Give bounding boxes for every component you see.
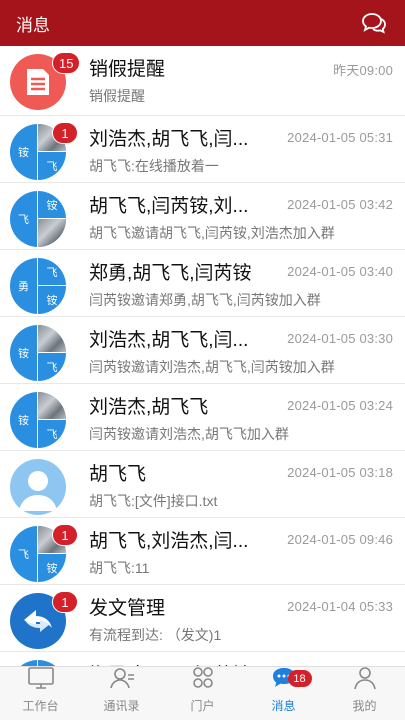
avatar: 15 <box>8 52 81 112</box>
tab-contacts[interactable]: 通讯录 <box>81 667 162 720</box>
avatar: 勇飞铵 <box>8 658 68 666</box>
message-preview: 有流程到达: （发文)1 <box>89 627 222 643</box>
avatar: 铵飞 <box>8 390 68 450</box>
tab-portal-grid[interactable]: 门户 <box>162 667 243 720</box>
group-member-initial: 飞 <box>10 526 38 582</box>
group-avatar-icon: 飞铵 <box>10 191 66 247</box>
message-time: 2024-01-04 05:33 <box>287 599 393 614</box>
conversation-name: 刘浩杰,胡飞飞 <box>89 397 209 418</box>
message-row[interactable]: 勇飞铵郑勇,胡飞飞,闫芮铵 <box>0 652 405 666</box>
group-avatar-icon: 勇飞铵 <box>10 258 66 314</box>
group-member-initial: 飞 <box>46 362 58 374</box>
message-row[interactable]: 铵飞 1 刘浩杰,胡飞飞,闫... 2024-01-05 05:31 胡飞飞:在线播放着… <box>0 116 405 183</box>
unread-badge: 1 <box>52 591 78 613</box>
contacts-icon <box>108 666 136 695</box>
avatar: 1 <box>8 591 78 651</box>
message-row[interactable]: 铵飞 刘浩杰,胡飞飞 2024-01-05 03:24 闫芮铵邀请刘浩杰,胡飞飞加入群 <box>0 384 405 451</box>
conversation-name: 发文管理 <box>89 598 166 619</box>
tab-monitor[interactable]: 工作台 <box>0 667 81 720</box>
message-row[interactable]: 胡飞飞 2024-01-05 03:18 胡飞飞:[文件]接口.txt <box>0 451 405 518</box>
message-time: 2024-01-05 03:40 <box>287 264 393 279</box>
group-avatar-icon: 铵飞 <box>10 325 66 381</box>
message-time: 昨天09:00 <box>333 63 393 78</box>
bottom-tab-bar: 工作台 通讯录 门户 消息 18 我的 <box>0 666 405 720</box>
message-preview: 胡飞飞:[文件]接口.txt <box>89 493 218 509</box>
person-icon <box>351 666 379 695</box>
message-list[interactable]: 15 销假提醒 昨天09:00 销假提醒铵飞 1 刘浩杰,胡飞飞,闫... 2024-01-… <box>0 46 405 666</box>
group-member-initial: 飞 <box>38 258 66 286</box>
group-member-initial: 铵 <box>10 325 38 381</box>
message-row[interactable]: 铵飞 刘浩杰,胡飞飞,闫... 2024-01-05 03:30 闫芮铵邀请刘浩杰,胡… <box>0 317 405 384</box>
message-row[interactable]: 飞铵 1 胡飞飞,刘浩杰,闫... 2024-01-05 09:46 胡飞飞:11 <box>0 518 405 585</box>
tab-label: 消息 <box>271 699 296 713</box>
group-member-initial: 铵 <box>46 295 58 307</box>
message-preview: 闫芮铵邀请郑勇,胡飞飞,闫芮铵加入群 <box>89 292 321 308</box>
message-row[interactable]: 飞铵 胡飞飞,闫芮铵,刘... 2024-01-05 03:42 胡飞飞邀请胡飞飞,闫… <box>0 183 405 250</box>
tab-person[interactable]: 我的 <box>324 667 405 720</box>
unread-badge: 15 <box>52 52 81 74</box>
member-photo <box>38 392 66 420</box>
unread-badge: 1 <box>52 524 78 546</box>
page-title: 消息 <box>16 15 50 35</box>
group-member-initial: 铵 <box>10 124 38 180</box>
tab-label: 工作台 <box>22 699 59 713</box>
group-member-initial: 铵 <box>38 191 66 219</box>
tab-unread-badge: 18 <box>287 670 312 687</box>
conversation-name: 郑勇,胡飞飞,闫芮铵 <box>89 263 252 284</box>
conversation-name: 刘浩杰,胡飞飞,闫... <box>89 129 249 150</box>
user-avatar-icon <box>10 459 66 515</box>
avatar: 飞铵 1 <box>8 524 78 584</box>
unread-badge: 1 <box>52 122 78 144</box>
portal-grid-icon <box>189 666 217 695</box>
group-member-initial: 勇 <box>10 258 38 314</box>
group-member-initial: 飞 <box>46 161 58 173</box>
message-row[interactable]: 15 销假提醒 昨天09:00 销假提醒 <box>0 46 405 116</box>
chat-bubbles-icon[interactable] <box>359 10 389 36</box>
message-time: 2024-01-05 03:24 <box>287 398 393 413</box>
tab-label: 通讯录 <box>103 699 140 713</box>
conversation-name: 刘浩杰,胡飞飞,闫... <box>89 330 249 351</box>
message-time: 2024-01-05 03:18 <box>287 465 393 480</box>
conversation-name: 胡飞飞,刘浩杰,闫... <box>89 531 249 552</box>
message-preview: 销假提醒 <box>89 88 145 104</box>
member-photo <box>38 325 66 353</box>
tab-label: 门户 <box>190 699 215 713</box>
message-preview: 胡飞飞邀请胡飞飞,闫芮铵,刘浩杰加入群 <box>89 225 335 241</box>
message-preview: 胡飞飞:11 <box>89 560 150 576</box>
message-preview: 闫芮铵邀请刘浩杰,胡飞飞加入群 <box>89 426 289 442</box>
message-row[interactable]: 1 发文管理 2024-01-04 05:33 有流程到达: （发文)1 <box>0 585 405 652</box>
conversation-name: 销假提醒 <box>89 59 166 80</box>
message-time: 2024-01-05 03:30 <box>287 331 393 346</box>
avatar: 飞铵 <box>8 189 68 249</box>
avatar: 铵飞 1 <box>8 122 78 182</box>
message-time: 2024-01-05 05:31 <box>287 130 393 145</box>
top-bar: 消息 <box>0 0 405 46</box>
group-member-initial: 铵 <box>10 392 38 448</box>
conversation-name: 胡飞飞 <box>89 464 147 485</box>
avatar <box>8 457 68 517</box>
avatar: 铵飞 <box>8 323 68 383</box>
member-photo <box>38 219 66 247</box>
tab-message-bubble[interactable]: 消息 18 <box>243 667 324 720</box>
message-preview: 胡飞飞:在线播放着一 <box>89 158 219 174</box>
message-time: 2024-01-05 09:46 <box>287 532 393 547</box>
message-preview: 闫芮铵邀请刘浩杰,胡飞飞,闫芮铵加入群 <box>89 359 335 375</box>
group-avatar-icon: 铵飞 <box>10 392 66 448</box>
monitor-icon <box>27 666 55 695</box>
group-member-initial: 铵 <box>46 563 58 575</box>
message-row[interactable]: 勇飞铵 郑勇,胡飞飞,闫芮铵 2024-01-05 03:40 闫芮铵邀请郑勇,胡飞飞… <box>0 250 405 317</box>
message-time: 2024-01-05 03:42 <box>287 197 393 212</box>
avatar: 勇飞铵 <box>8 256 68 316</box>
tab-label: 我的 <box>352 699 377 713</box>
group-member-initial: 飞 <box>46 429 58 441</box>
conversation-name: 胡飞飞,闫芮铵,刘... <box>89 196 249 217</box>
group-member-initial: 飞 <box>10 191 38 247</box>
